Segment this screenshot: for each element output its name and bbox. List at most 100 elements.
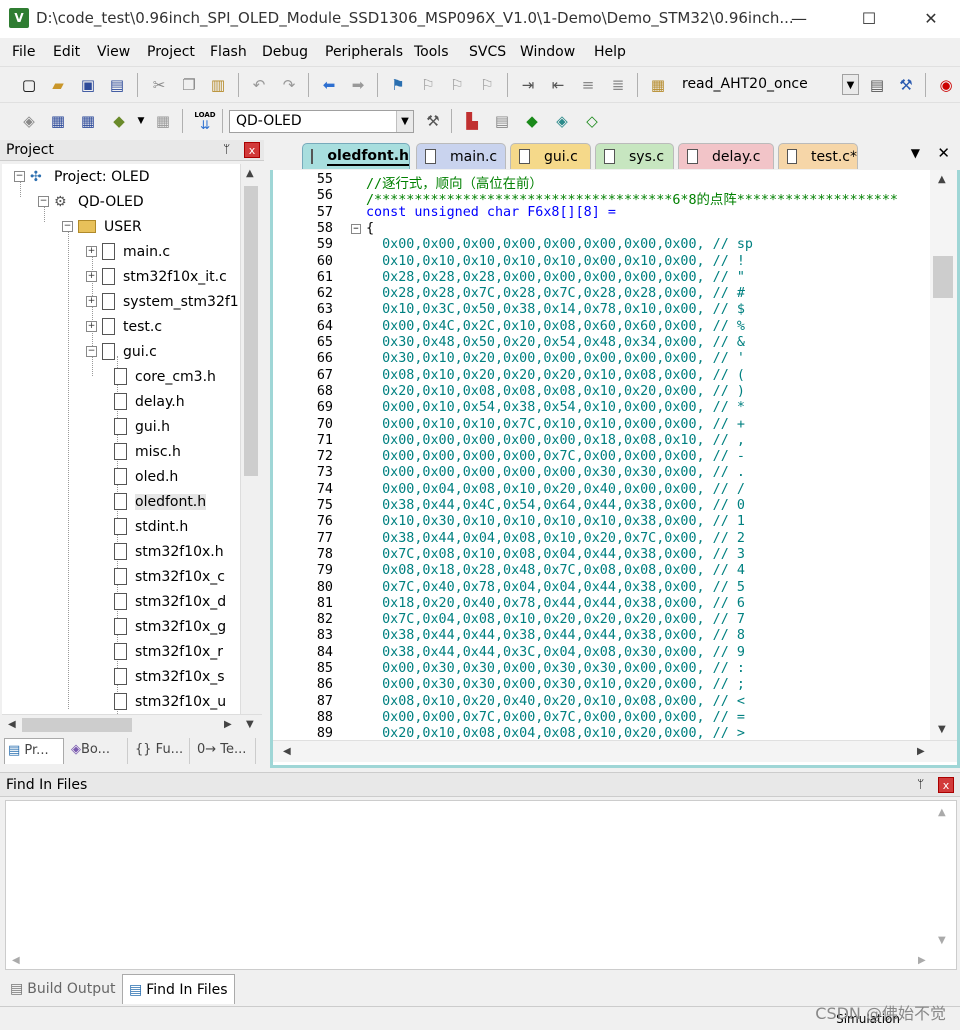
options-for-target-icon[interactable]: ⚒ [422, 110, 444, 132]
batch-build-dropdown-icon[interactable]: ▼ [130, 110, 152, 132]
download-icon[interactable]: LOAD ⇊ [192, 110, 218, 132]
find-in-files-icon[interactable]: ▦ [647, 74, 669, 96]
chevron-down-icon[interactable]: ▼ [842, 74, 859, 95]
uncomment-icon[interactable]: ≣ [607, 74, 629, 96]
scroll-thumb[interactable] [933, 256, 953, 298]
maximize-button[interactable]: ☐ [846, 0, 892, 38]
comment-icon[interactable]: ≡ [577, 74, 599, 96]
translate-icon[interactable]: ◈ [18, 110, 40, 132]
editor-tab[interactable]: oledfont.h [302, 143, 410, 169]
scroll-thumb[interactable] [244, 186, 258, 476]
prev-bookmark-icon[interactable]: ⚐ [417, 74, 439, 96]
menu-tools[interactable]: Tools [414, 44, 449, 60]
scroll-thumb[interactable] [22, 718, 132, 732]
bookmark-icon[interactable]: ⚑ [387, 74, 409, 96]
editor-tab[interactable]: gui.c [510, 143, 591, 169]
manage-multi-project-icon[interactable]: ▤ [491, 110, 513, 132]
expand-icon[interactable]: + [86, 246, 97, 257]
cut-icon[interactable]: ✂ [148, 74, 170, 96]
collapse-icon[interactable]: − [38, 196, 49, 207]
scroll-left-icon[interactable]: ◀ [12, 955, 20, 966]
rebuild-icon[interactable]: ▦ [77, 110, 99, 132]
tree-item[interactable]: stm32f10x.h [114, 539, 224, 564]
tree-item[interactable]: stm32f10x_u [114, 689, 226, 714]
tree-item[interactable]: oled.h [114, 464, 178, 489]
navigate-back-icon[interactable]: ⬅ [318, 74, 340, 96]
scroll-down-icon[interactable]: ▼ [246, 719, 254, 730]
tree-item[interactable]: + system_stm32f1 [86, 289, 239, 314]
code-editor[interactable]: 55//逐行式，顺向（高位在前） 56/*********************… [273, 170, 929, 740]
scroll-up-icon[interactable]: ▲ [938, 807, 946, 818]
tab-list-icon[interactable]: ▼ [911, 146, 920, 160]
tree-item[interactable]: stm32f10x_g [114, 614, 226, 639]
tree-item[interactable]: misc.h [114, 439, 181, 464]
tree-item[interactable]: − USER [62, 214, 142, 239]
tree-item[interactable]: − ⚙ QD-OLED [38, 189, 144, 214]
tree-item[interactable]: delay.h [114, 389, 185, 414]
find-icon[interactable]: ⚒ [895, 74, 917, 96]
clear-bookmarks-icon[interactable]: ⚐ [476, 74, 498, 96]
menu-svcs[interactable]: SVCS [469, 44, 506, 60]
menu-file[interactable]: File [12, 44, 35, 60]
menu-window[interactable]: Window [520, 44, 575, 60]
tree-horizontal-scrollbar[interactable]: ◀ ▶ ▼ [2, 714, 262, 735]
manage-run-time-environment-icon[interactable]: ◆ [521, 110, 543, 132]
tree-item[interactable]: stm32f10x_c [114, 564, 225, 589]
menu-peripherals[interactable]: Peripherals [325, 44, 403, 60]
tree-item[interactable]: + main.c [86, 239, 170, 264]
expand-icon[interactable]: + [86, 296, 97, 307]
editor-tab[interactable]: main.c [416, 143, 506, 169]
collapse-icon[interactable]: − [86, 346, 97, 357]
scroll-down-icon[interactable]: ▼ [938, 724, 946, 735]
scroll-left-icon[interactable]: ◀ [283, 746, 291, 757]
pin-icon[interactable]: ᛘ [917, 777, 924, 791]
scroll-up-icon[interactable]: ▲ [246, 168, 254, 179]
paste-icon[interactable]: ▥ [207, 74, 229, 96]
tree-item[interactable]: − gui.c [86, 339, 157, 364]
collapse-icon[interactable]: − [14, 171, 25, 182]
tree-vertical-scrollbar[interactable]: ▲ [240, 164, 262, 714]
scroll-right-icon[interactable]: ▶ [918, 955, 926, 966]
tab-build-output[interactable]: ▤ Build Output [4, 974, 121, 1004]
tree-item[interactable]: − ✣ Project: OLED [14, 164, 150, 189]
tab-templates[interactable]: 0→ Te... [194, 738, 256, 764]
chevron-down-icon[interactable]: ▼ [396, 111, 413, 132]
stop-build-icon[interactable]: ▦ [152, 110, 174, 132]
next-bookmark-icon[interactable]: ⚐ [446, 74, 468, 96]
expand-icon[interactable]: + [86, 271, 97, 282]
close-panel-icon[interactable]: x [938, 777, 954, 793]
editor-vertical-scrollbar[interactable]: ▲ ▼ [930, 170, 957, 740]
editor-tab[interactable]: sys.c [595, 143, 674, 169]
build-icon[interactable]: ▦ [47, 110, 69, 132]
collapse-icon[interactable]: − [62, 221, 73, 232]
find-results-area[interactable]: ▲ ▼ ◀ ▶ [5, 800, 957, 970]
new-file-icon[interactable]: ▢ [18, 74, 40, 96]
tree-item[interactable]: stm32f10x_d [114, 589, 226, 614]
editor-horizontal-scrollbar[interactable]: ◀ ▶ [273, 740, 957, 762]
menu-project[interactable]: Project [147, 44, 195, 60]
scroll-down-icon[interactable]: ▼ [938, 935, 946, 946]
unindent-icon[interactable]: ⇤ [547, 74, 569, 96]
close-panel-icon[interactable]: x [244, 142, 260, 158]
tree-item[interactable]: oledfont.h [114, 489, 207, 514]
close-tab-icon[interactable]: ✕ [937, 144, 950, 162]
menu-view[interactable]: View [97, 44, 130, 60]
tab-books[interactable]: ◈Bo... [68, 738, 128, 764]
tree-item[interactable]: gui.h [114, 414, 170, 439]
close-button[interactable]: ✕ [908, 0, 954, 38]
minimize-button[interactable]: — [776, 0, 822, 38]
indent-icon[interactable]: ⇥ [517, 74, 539, 96]
tree-item[interactable]: stdint.h [114, 514, 188, 539]
debug-session-icon[interactable]: ◉ [935, 74, 957, 96]
scroll-left-icon[interactable]: ◀ [8, 719, 16, 730]
expand-icon[interactable]: + [86, 321, 97, 332]
select-software-packs-icon[interactable]: ◈ [551, 110, 573, 132]
copy-icon[interactable]: ❐ [178, 74, 200, 96]
scroll-right-icon[interactable]: ▶ [917, 746, 925, 757]
open-folder-icon[interactable]: ▰ [47, 74, 69, 96]
editor-tab[interactable]: test.c* [778, 143, 858, 169]
tree-item[interactable]: stm32f10x_r [114, 639, 223, 664]
tree-item[interactable]: + test.c [86, 314, 162, 339]
menu-help[interactable]: Help [594, 44, 626, 60]
target-options-select[interactable]: QD-OLED ▼ [229, 110, 414, 133]
